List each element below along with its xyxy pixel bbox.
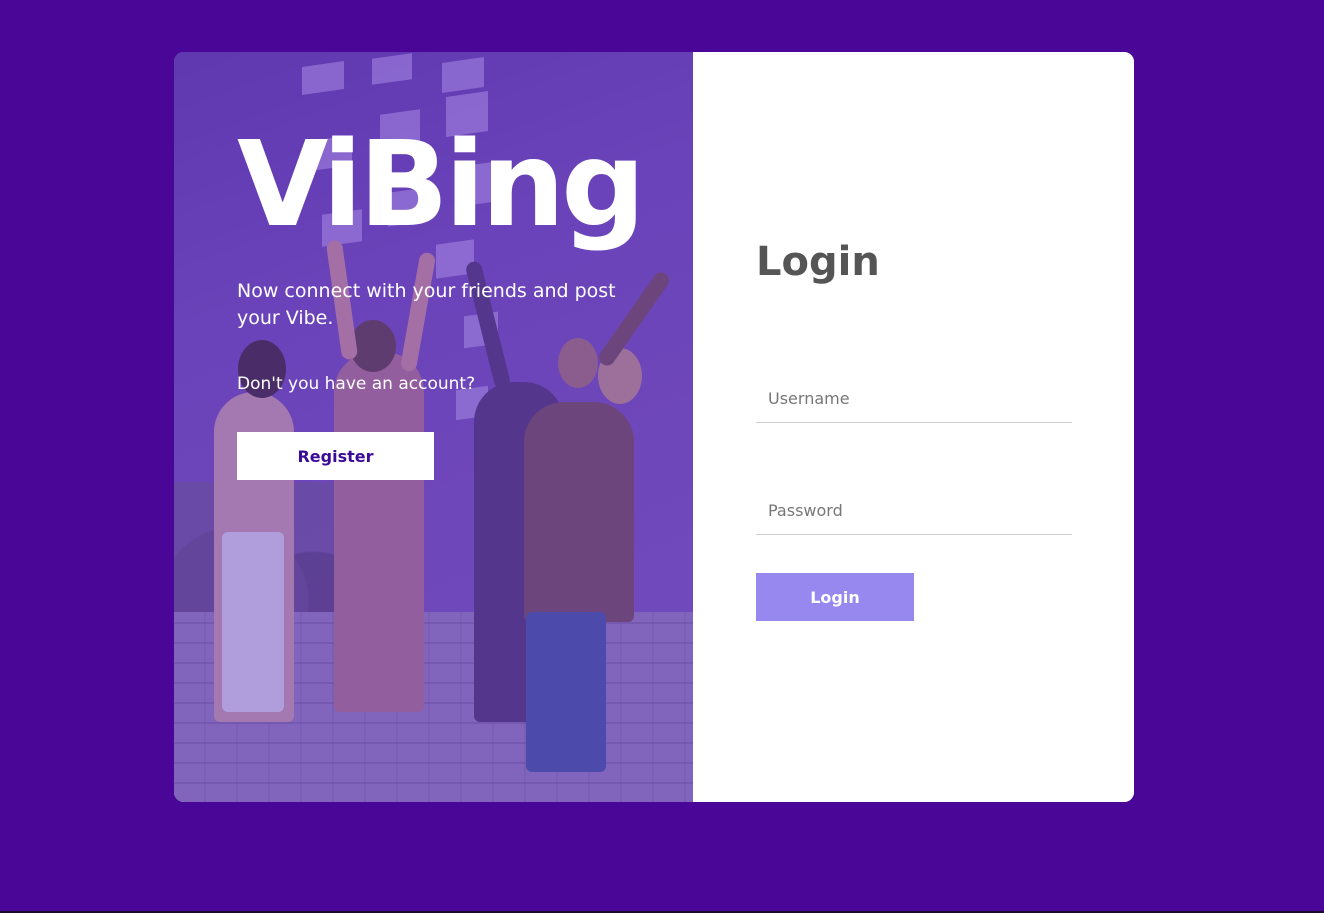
username-input[interactable] xyxy=(756,375,1072,423)
password-input[interactable] xyxy=(756,487,1072,535)
login-card: ViBing Now connect with your friends and… xyxy=(174,52,1134,802)
register-button[interactable]: Register xyxy=(237,432,434,480)
login-button[interactable]: Login xyxy=(756,573,914,621)
hero-content: ViBing Now connect with your friends and… xyxy=(237,114,646,480)
page: ViBing Now connect with your friends and… xyxy=(0,0,1324,913)
account-question: Don't you have an account? xyxy=(237,374,476,394)
hero-panel: ViBing Now connect with your friends and… xyxy=(174,52,693,802)
brand-tagline: Now connect with your friends and post y… xyxy=(237,280,616,329)
login-panel: Login Login xyxy=(693,52,1134,802)
login-title: Login xyxy=(756,239,880,285)
brand-logo: ViBing xyxy=(237,115,646,253)
